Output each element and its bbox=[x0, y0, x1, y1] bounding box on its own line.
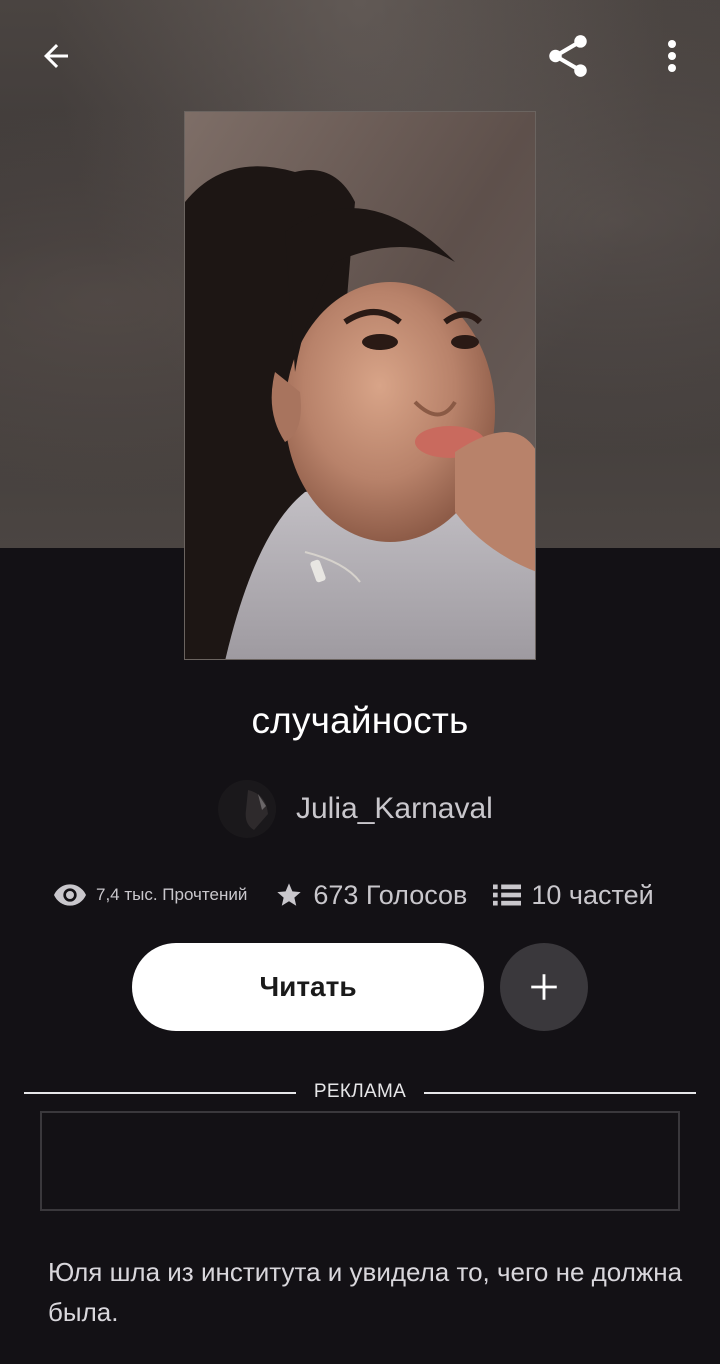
share-icon bbox=[549, 35, 587, 77]
star-icon bbox=[277, 883, 302, 906]
author-avatar bbox=[218, 780, 276, 838]
story-cover-image bbox=[184, 111, 536, 660]
list-icon bbox=[493, 884, 522, 906]
share-button[interactable] bbox=[536, 26, 600, 86]
ad-label: РЕКЛАМА bbox=[313, 1081, 407, 1102]
ad-divider-right bbox=[424, 1092, 696, 1094]
reads-stat: 7,4 тыс. Прочтений bbox=[54, 884, 247, 906]
story-title: случайность bbox=[251, 700, 469, 741]
ad-divider-left bbox=[24, 1092, 296, 1094]
ad-slot[interactable] bbox=[40, 1111, 680, 1211]
add-to-library-button[interactable] bbox=[500, 943, 588, 1031]
more-options-button[interactable] bbox=[648, 30, 696, 82]
reads-count: 7,4 тыс. Прочтений bbox=[96, 885, 248, 904]
plus-icon bbox=[531, 974, 557, 1000]
votes-count: 673 Голосов bbox=[313, 879, 468, 910]
story-description: Юля шла из института и увидела то, чего … bbox=[48, 1257, 683, 1327]
parts-stat[interactable]: 10 частей bbox=[493, 879, 654, 911]
author-name: Julia_Karnaval bbox=[296, 792, 493, 825]
read-button-label: Читать bbox=[259, 971, 357, 1002]
read-button[interactable]: Читать bbox=[132, 943, 484, 1031]
story-stats: 7,4 тыс. Прочтений 673 Голосов 10 частей bbox=[54, 872, 674, 918]
votes-stat: 673 Голосов bbox=[275, 880, 467, 911]
parts-count: 10 частей bbox=[531, 879, 654, 910]
cover-photo bbox=[185, 112, 535, 659]
eye-icon bbox=[54, 884, 86, 906]
arrow-left-icon bbox=[44, 44, 68, 68]
back-button[interactable] bbox=[24, 30, 88, 82]
more-vertical-icon bbox=[668, 40, 676, 72]
author-link[interactable]: Julia_Karnaval bbox=[218, 778, 493, 840]
